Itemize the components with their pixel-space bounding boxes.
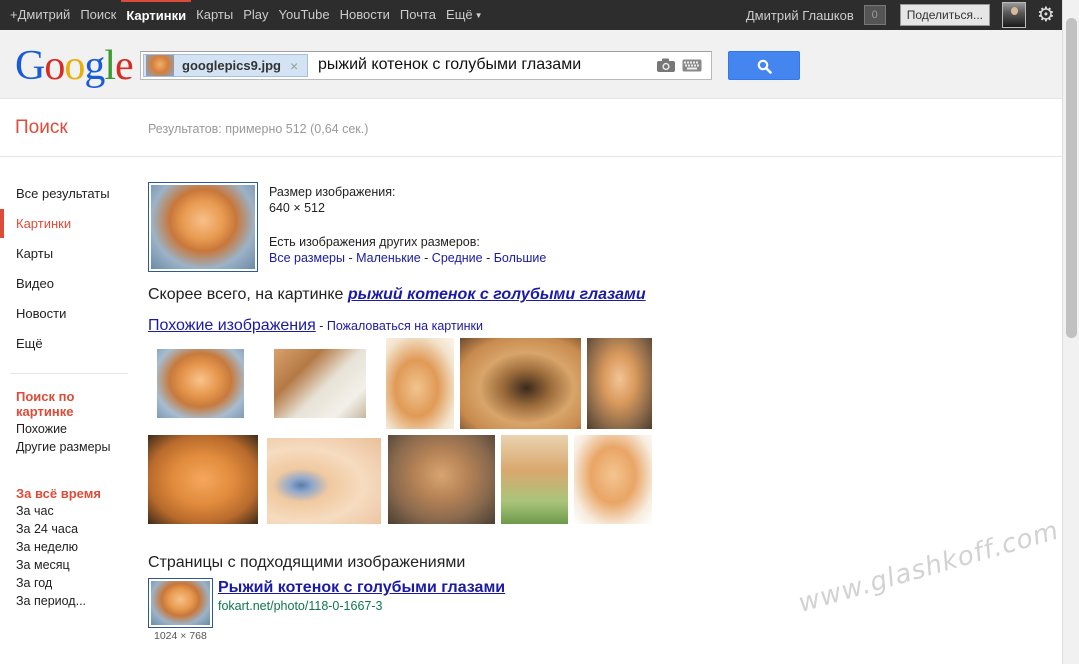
result-dimensions: 1024 × 768: [154, 630, 207, 642]
scrollbar-thumb[interactable]: [1066, 18, 1077, 338]
sidebar-item-other-sizes[interactable]: Другие размеры: [16, 440, 110, 454]
divider: [0, 156, 1062, 157]
logo-letter: e: [115, 43, 134, 89]
image-size-value: 640 × 512: [269, 201, 325, 215]
google-logo[interactable]: Google: [15, 43, 134, 89]
top-bar: +Дмитрий Поиск Картинки Карты Play YouTu…: [0, 0, 1062, 30]
nav-play[interactable]: Play: [238, 0, 273, 30]
notifications-badge[interactable]: 0: [863, 5, 886, 25]
sidebar-item-images[interactable]: Картинки: [16, 216, 71, 231]
nav-search[interactable]: Поиск: [75, 0, 121, 30]
size-links: Все размеры - Маленькие - Средние - Боль…: [269, 251, 546, 265]
nav-more-label: Ещё: [446, 7, 473, 22]
time-filter-24h[interactable]: За 24 часа: [16, 522, 78, 536]
sidebar-item-news[interactable]: Новости: [16, 306, 66, 321]
similar-image-thumb[interactable]: [460, 338, 581, 429]
image-size-label: Размер изображения:: [269, 185, 396, 199]
similar-image-thumb[interactable]: [386, 338, 454, 429]
similar-image-thumb[interactable]: [157, 349, 244, 418]
similar-image-thumb[interactable]: [587, 338, 652, 429]
query-image[interactable]: [148, 182, 258, 272]
page: +Дмитрий Поиск Картинки Карты Play YouTu…: [0, 0, 1079, 664]
result-title-link[interactable]: Рыжий котенок с голубыми глазами: [218, 579, 505, 597]
logo-letter: g: [84, 43, 105, 89]
logo-letter: l: [104, 43, 116, 89]
similar-separator: -: [315, 319, 327, 333]
top-right: Дмитрий Глашков 0 Поделиться... ⚙: [746, 0, 1062, 30]
page-title: Поиск: [15, 117, 68, 138]
report-images-link[interactable]: Пожаловаться на картинки: [327, 319, 483, 333]
sidebar-item-all[interactable]: Все результаты: [16, 186, 110, 201]
gear-icon[interactable]: ⚙: [1034, 0, 1058, 30]
nav-mail[interactable]: Почта: [395, 0, 441, 30]
chip-thumbnail: [146, 55, 174, 76]
best-guess: Скорее всего, на картинке рыжий котенок …: [148, 286, 646, 304]
time-filter-month[interactable]: За месяц: [16, 558, 70, 572]
similar-images-link[interactable]: Похожие изображения: [148, 317, 316, 334]
result-thumbnail[interactable]: [148, 578, 213, 628]
sidebar-item-more[interactable]: Ещё: [16, 336, 43, 351]
result-thumbnail-picture: [151, 581, 210, 625]
sidebar-item-similar[interactable]: Похожие: [16, 422, 67, 436]
time-filter-week[interactable]: За неделю: [16, 540, 78, 554]
size-separator: -: [345, 251, 357, 265]
similar-image-thumb[interactable]: [388, 435, 495, 524]
search-icon: [757, 59, 772, 74]
logo-letter: o: [44, 43, 65, 89]
search-query-text[interactable]: рыжий котенок с голубыми глазами: [318, 56, 581, 74]
share-button[interactable]: Поделиться...: [899, 4, 990, 26]
nav-youtube[interactable]: YouTube: [274, 0, 335, 30]
result-url: fokart.net/photo/118-0-1667-3: [218, 599, 383, 613]
size-link-all[interactable]: Все размеры: [269, 251, 345, 265]
sidebar-item-video[interactable]: Видео: [16, 276, 54, 291]
matching-pages-heading: Страницы с подходящими изображениями: [148, 554, 466, 571]
nav-more[interactable]: Ещё ▼: [441, 0, 488, 30]
image-search-heading: Поиск по картинке: [16, 389, 75, 419]
scrollbar[interactable]: [1062, 0, 1079, 664]
similar-image-thumb[interactable]: [574, 435, 652, 524]
username-link[interactable]: Дмитрий Глашков: [746, 8, 854, 23]
nav-news[interactable]: Новости: [335, 0, 395, 30]
search-button[interactable]: [728, 51, 800, 80]
similar-image-thumb[interactable]: [148, 435, 258, 524]
time-filter-hour[interactable]: За час: [16, 504, 54, 518]
avatar[interactable]: [1002, 2, 1026, 28]
similar-images-row: Похожие изображения - Пожаловаться на ка…: [148, 317, 483, 335]
time-filter-custom[interactable]: За период...: [16, 594, 86, 608]
search-header: Google googlepics9.jpg × рыжий котенок с…: [0, 30, 1062, 99]
caret-down-icon: ▼: [474, 10, 483, 20]
other-sizes-label: Есть изображения других размеров:: [269, 235, 480, 249]
image-query-chip[interactable]: googlepics9.jpg ×: [143, 54, 308, 77]
similar-image-thumb[interactable]: [501, 435, 568, 524]
similar-image-thumb[interactable]: [274, 349, 366, 418]
time-filter-heading[interactable]: За всё время: [16, 486, 101, 501]
nav-maps[interactable]: Карты: [191, 0, 238, 30]
logo-letter: o: [64, 43, 85, 89]
best-guess-link[interactable]: рыжий котенок с голубыми глазами: [348, 286, 646, 303]
close-icon[interactable]: ×: [290, 58, 298, 74]
time-filter-year[interactable]: За год: [16, 576, 52, 590]
selected-indicator: [0, 209, 4, 238]
query-image-picture: [151, 185, 255, 269]
nav-plus-dmitry[interactable]: +Дмитрий: [5, 0, 75, 30]
size-link-large[interactable]: Большие: [494, 251, 547, 265]
top-nav: +Дмитрий Поиск Картинки Карты Play YouTu…: [5, 0, 488, 30]
size-link-medium[interactable]: Средние: [432, 251, 483, 265]
size-link-small[interactable]: Маленькие: [356, 251, 421, 265]
sidebar-divider: [10, 373, 128, 374]
nav-images[interactable]: Картинки: [121, 0, 192, 30]
size-separator: -: [420, 251, 432, 265]
watermark: www.glashkoff.com: [795, 515, 1063, 619]
chip-filename: googlepics9.jpg: [182, 58, 281, 73]
camera-icon[interactable]: [656, 57, 676, 73]
search-input[interactable]: googlepics9.jpg × рыжий котенок с голубы…: [140, 51, 712, 80]
keyboard-icon[interactable]: [682, 59, 702, 72]
best-guess-prefix: Скорее всего, на картинке: [148, 286, 348, 303]
result-stats: Результатов: примерно 512 (0,64 сек.): [148, 122, 369, 136]
similar-image-thumb[interactable]: [267, 438, 381, 524]
logo-letter: G: [15, 43, 45, 89]
size-separator: -: [482, 251, 494, 265]
sidebar-item-maps[interactable]: Карты: [16, 246, 53, 261]
